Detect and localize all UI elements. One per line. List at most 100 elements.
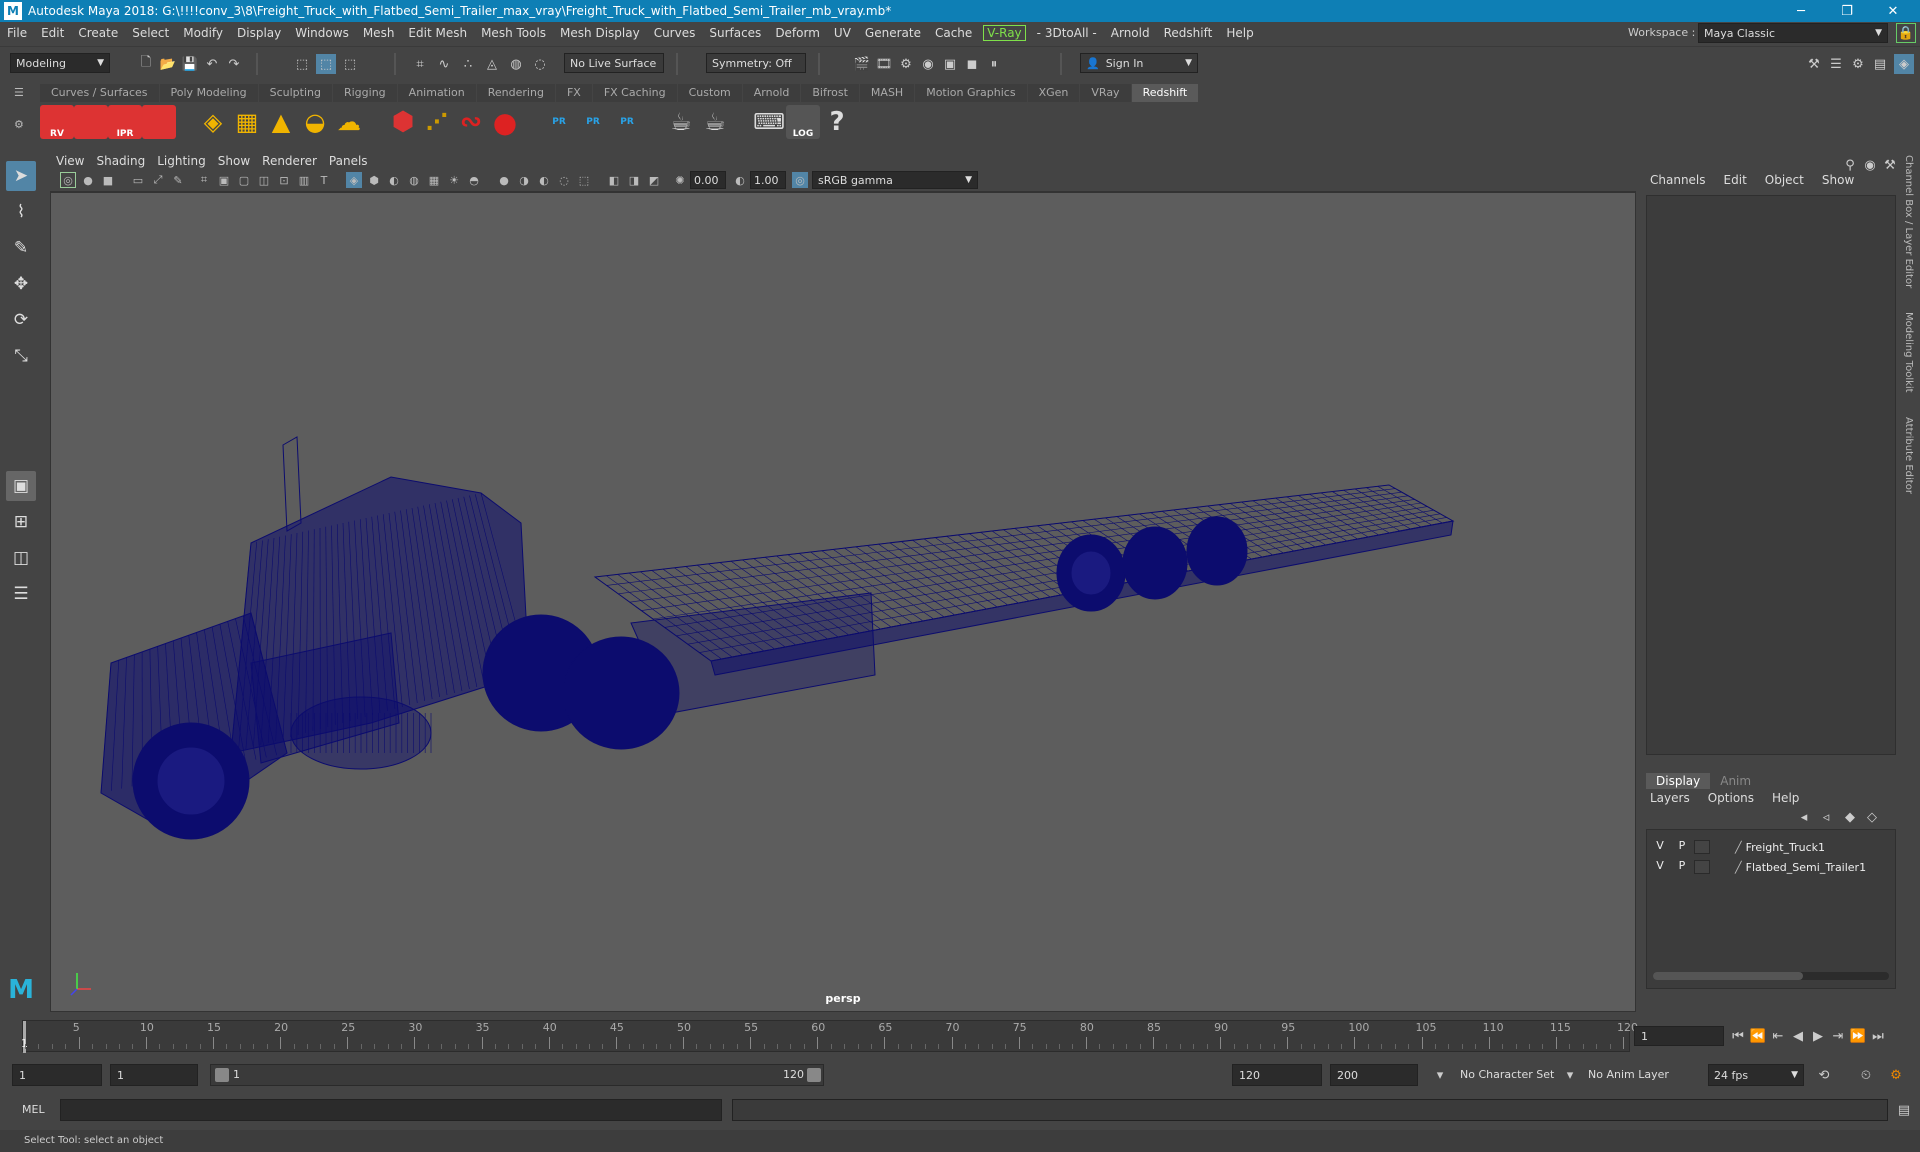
bookmark-icon[interactable]: ■ — [100, 172, 116, 188]
render-frame-icon[interactable]: 🎬 — [852, 54, 872, 74]
rs-log-icon[interactable]: LOG — [786, 105, 820, 139]
shadows-icon[interactable]: ◓ — [466, 172, 482, 188]
camera-attributes-icon[interactable]: ● — [80, 172, 96, 188]
xray-icon[interactable]: ◧ — [606, 172, 622, 188]
menu-generate[interactable]: Generate — [858, 26, 928, 40]
lock-icon[interactable]: 🔒 — [1896, 23, 1916, 43]
script-editor-icon[interactable]: ▤ — [1894, 1100, 1914, 1120]
layer-playback-toggle[interactable]: P — [1673, 859, 1691, 875]
current-frame-field[interactable] — [1634, 1026, 1724, 1046]
character-set-value[interactable]: No Character Set — [1460, 1068, 1554, 1081]
menu-modify[interactable]: Modify — [176, 26, 230, 40]
shelf-menu-icon[interactable]: ☰ — [14, 86, 30, 100]
display-tab[interactable]: Display — [1646, 773, 1711, 789]
select-camera-icon[interactable]: ◎ — [60, 172, 76, 188]
channel-edit-menu[interactable]: Edit — [1724, 173, 1747, 187]
side-tab-channel-box[interactable]: Channel Box / Layer Editor — [1903, 155, 1914, 288]
shelf-tab-bifrost[interactable]: Bifrost — [801, 84, 859, 102]
ambient-occlusion-icon[interactable]: ● — [496, 172, 512, 188]
minimize-button[interactable]: ─ — [1778, 0, 1824, 22]
rotate-tool-icon[interactable]: ⟳ — [6, 305, 36, 335]
shaded-wireframe-icon[interactable]: ◍ — [406, 172, 422, 188]
rs-render-view-icon[interactable]: RV — [40, 105, 74, 139]
modeling-toolkit-icon[interactable]: ⚒ — [1804, 54, 1824, 74]
viewport-menu-view[interactable]: View — [50, 152, 90, 170]
help-icon[interactable]: ? — [820, 105, 854, 139]
preferences-icon[interactable]: ⚙ — [1886, 1065, 1906, 1085]
close-button[interactable]: ✕ — [1870, 0, 1916, 22]
new-layer-selected-icon[interactable]: ◇ — [1862, 807, 1882, 827]
field-chart-icon[interactable]: ⊡ — [276, 172, 292, 188]
save-scene-icon[interactable]: 💾 — [180, 54, 200, 74]
anim-layer-chevron-icon[interactable]: ▾ — [1560, 1065, 1580, 1085]
grid-icon[interactable]: ⌗ — [196, 172, 212, 188]
rs-ipr-icon[interactable]: IPR — [108, 105, 142, 139]
menu-cache[interactable]: Cache — [928, 26, 979, 40]
default-material-icon[interactable]: ◐ — [386, 172, 402, 188]
step-forward-key-icon[interactable]: ⇥ — [1828, 1026, 1848, 1046]
loop-icon[interactable]: ⟲ — [1814, 1065, 1834, 1085]
shelf-tab-sculpting[interactable]: Sculpting — [258, 84, 332, 102]
menu-edit-mesh[interactable]: Edit Mesh — [401, 26, 474, 40]
image-plane-icon[interactable]: ▭ — [130, 172, 146, 188]
gamma-field[interactable] — [750, 171, 786, 189]
rs-ball-icon[interactable]: ● — [488, 105, 522, 139]
two-pane-layout-icon[interactable]: ◫ — [6, 543, 36, 573]
render-view-icon[interactable]: ▣ — [940, 54, 960, 74]
attribute-editor-icon[interactable]: ☰ — [1826, 54, 1846, 74]
isolate-select-icon[interactable]: ⬚ — [576, 172, 592, 188]
shelf-settings-icon[interactable]: ⚙ — [14, 118, 30, 132]
anim-tab[interactable]: Anim — [1710, 773, 1761, 789]
depth-of-field-icon[interactable]: ◌ — [556, 172, 572, 188]
menu-mesh-tools[interactable]: Mesh Tools — [474, 26, 553, 40]
shelf-tab-animation[interactable]: Animation — [397, 84, 476, 102]
channel-icon-3[interactable]: ⚒ — [1880, 155, 1900, 175]
range-bar[interactable]: 1 120 — [210, 1064, 824, 1086]
rs-teapot-alt-icon[interactable]: ☕ — [698, 105, 732, 139]
rs-proxy-icon[interactable]: ◈ — [196, 105, 230, 139]
auto-key-icon[interactable]: ⏲ — [1856, 1065, 1876, 1085]
playback-end-field[interactable] — [1232, 1064, 1322, 1086]
gate-mask-icon[interactable]: ◫ — [256, 172, 272, 188]
perspective-viewport[interactable]: persp — [50, 192, 1636, 1012]
wireframe-icon[interactable]: ◈ — [346, 172, 362, 188]
menu-edit[interactable]: Edit — [34, 26, 71, 40]
animation-end-field[interactable] — [1330, 1064, 1418, 1086]
select-object-icon[interactable]: ⬚ — [316, 54, 336, 74]
single-perspective-layout-icon[interactable]: ▣ — [6, 471, 36, 501]
snap-view-icon[interactable]: ◬ — [482, 54, 502, 74]
move-tool-icon[interactable]: ✥ — [6, 269, 36, 299]
textured-icon[interactable]: ▦ — [426, 172, 442, 188]
menu-curves[interactable]: Curves — [647, 26, 703, 40]
snap-curve-icon[interactable]: ∿ — [434, 54, 454, 74]
menu-create[interactable]: Create — [71, 26, 125, 40]
step-forward-icon[interactable]: ⏩ — [1848, 1026, 1868, 1046]
layer-move-up-icon[interactable]: ◂ — [1794, 807, 1814, 827]
command-language-label[interactable]: MEL — [22, 1103, 45, 1116]
undo-icon[interactable]: ↶ — [202, 54, 222, 74]
snap-point-icon[interactable]: ∴ — [458, 54, 478, 74]
shelf-tab-rendering[interactable]: Rendering — [476, 84, 555, 102]
rs-cone-icon[interactable]: ▲ — [264, 105, 298, 139]
snap-grid-icon[interactable]: ⌗ — [410, 54, 430, 74]
gamma-icon[interactable]: ◐ — [732, 172, 748, 188]
side-tab-attribute-editor[interactable]: Attribute Editor — [1903, 417, 1914, 494]
paint-select-tool-icon[interactable]: ✎ — [6, 233, 36, 263]
menu-file[interactable]: File — [0, 26, 34, 40]
viewport-menu-shading[interactable]: Shading — [90, 152, 151, 170]
symmetry-dropdown[interactable]: Symmetry: Off — [706, 53, 806, 73]
rs-teapot-icon[interactable]: ☕ — [664, 105, 698, 139]
layer-help-menu[interactable]: Help — [1772, 791, 1799, 805]
play-forward-icon[interactable]: ▶ — [1808, 1026, 1828, 1046]
channel-icon-2[interactable]: ◉ — [1860, 155, 1880, 175]
viewport-menu-panels[interactable]: Panels — [323, 152, 374, 170]
render-settings-icon[interactable]: ⚙ — [896, 54, 916, 74]
new-layer-icon[interactable]: ◆ — [1840, 807, 1860, 827]
step-back-icon[interactable]: ⏪ — [1748, 1026, 1768, 1046]
lights-icon[interactable]: ☀ — [446, 172, 462, 188]
shelf-tab-fx-caching[interactable]: FX Caching — [592, 84, 677, 102]
safe-action-icon[interactable]: ▥ — [296, 172, 312, 188]
options-menu[interactable]: Options — [1708, 791, 1754, 805]
animation-start-field[interactable] — [12, 1064, 102, 1086]
rs-grid-icon[interactable]: ▦ — [230, 105, 264, 139]
